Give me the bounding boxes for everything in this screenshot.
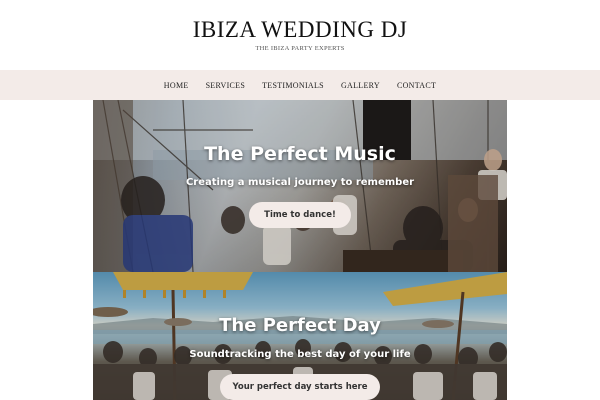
perfect-music-title: The Perfect Music — [204, 143, 396, 165]
nav-item-gallery[interactable]: GALLERY — [332, 81, 388, 90]
main-navigation: HOME SERVICES TESTIMONIALS GALLERY CONTA… — [0, 70, 600, 100]
perfect-day-title: The Perfect Day — [219, 315, 381, 336]
perfect-day-panel: The Perfect Day Soundtracking the best d… — [93, 272, 507, 400]
site-title[interactable]: IBIZA WEDDING DJ — [0, 17, 600, 43]
nav-item-services[interactable]: SERVICES — [197, 81, 254, 90]
nav-item-contact[interactable]: CONTACT — [388, 81, 444, 90]
time-to-dance-button[interactable]: Time to dance! — [249, 202, 351, 228]
site-header: IBIZA WEDDING DJ THE IBIZA PARTY EXPERTS — [0, 0, 600, 70]
nav-item-testimonials[interactable]: TESTIMONIALS — [254, 81, 333, 90]
perfect-music-panel: The Perfect Music Creating a musical jou… — [93, 100, 507, 272]
perfect-day-starts-button[interactable]: Your perfect day starts here — [220, 374, 380, 400]
nav-item-home[interactable]: HOME — [155, 81, 197, 90]
nav-list: HOME SERVICES TESTIMONIALS GALLERY CONTA… — [0, 70, 600, 100]
site-tagline: THE IBIZA PARTY EXPERTS — [255, 45, 345, 52]
perfect-music-subtitle: Creating a musical journey to remember — [185, 177, 415, 188]
perfect-day-subtitle: Soundtracking the best day of your life — [189, 349, 411, 360]
